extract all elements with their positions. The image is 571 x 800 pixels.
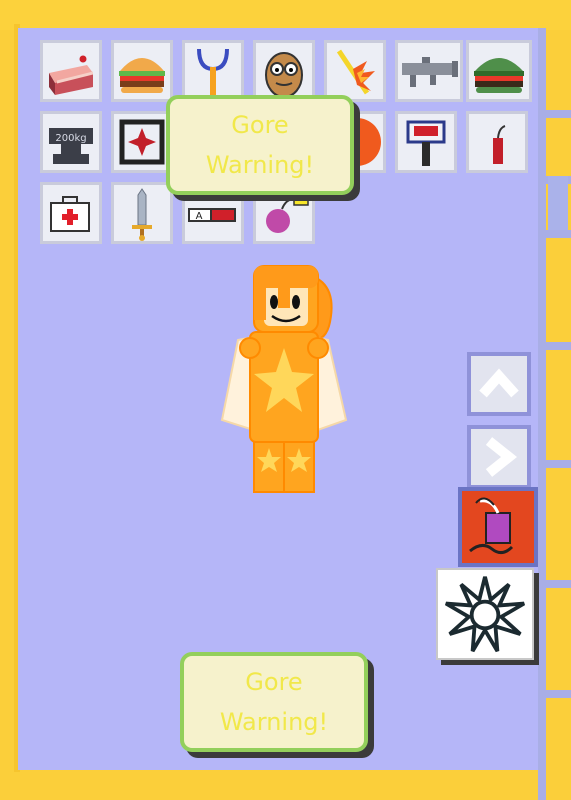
inventory-slot-fire-stick[interactable] [324, 40, 386, 102]
burger-icon [119, 58, 165, 93]
scaffold-rail [538, 580, 571, 588]
scaffold-rail [538, 690, 571, 698]
anvil-label: 200kg [55, 133, 86, 144]
inventory-slot-burger[interactable] [111, 40, 173, 102]
scaffold-rail [538, 342, 571, 350]
explosive-tool-button[interactable] [458, 487, 538, 567]
inventory-slot-anvil[interactable]: 200kg [40, 111, 102, 173]
inventory-slot-rocket-launcher[interactable] [395, 40, 463, 102]
scroll-next-icon [485, 437, 518, 477]
spike-trap-icon [119, 119, 165, 165]
sword-icon [132, 188, 152, 241]
gore-warning-line1: Gore [245, 668, 303, 696]
inventory-slot-slingshot[interactable] [182, 40, 244, 102]
slingshot-icon [197, 48, 229, 97]
explosion-tool-button[interactable] [436, 568, 534, 660]
scroll-up-icon [479, 368, 519, 398]
player-character[interactable] [218, 262, 348, 497]
gore-warning-line2: Warning! [205, 151, 315, 179]
inventory-slot-sword[interactable] [111, 182, 173, 244]
green-burger-icon [474, 58, 524, 93]
scaffold-rail [538, 110, 571, 118]
inventory-slot-spike-trap[interactable] [111, 111, 173, 173]
explosion-burst-icon [444, 576, 526, 653]
scaffold-rail [538, 230, 571, 238]
scaffold-rail [548, 176, 568, 230]
scaffold-rail [538, 460, 571, 468]
fire-stick-icon [336, 49, 375, 95]
rocket-launcher-icon [402, 57, 458, 87]
frame-top [0, 0, 571, 30]
gore-warning-line2: Warning! [219, 708, 329, 736]
dynamite-icon [493, 125, 506, 164]
gore-warning-bottom[interactable]: Gore Warning! [180, 652, 368, 752]
gore-warning-top[interactable]: Gore Warning! [166, 95, 354, 195]
scaffold-rail [538, 28, 546, 800]
anvil-200kg-icon: 200kg [49, 128, 93, 164]
inventory-slot-green-burger[interactable] [466, 40, 532, 102]
cake-icon [49, 55, 93, 95]
scroll-up-button[interactable] [467, 352, 531, 416]
gore-warning-line1: Gore [231, 111, 289, 139]
inventory-slot-medkit[interactable] [40, 182, 102, 244]
inventory-slot-potato[interactable] [253, 40, 315, 102]
syringe-label: A [196, 211, 203, 222]
tnt-hammer-icon [406, 120, 446, 166]
inventory-slot-dynamite[interactable] [466, 111, 528, 173]
scroll-next-button[interactable] [467, 425, 531, 489]
inventory-slot-tnt-hammer[interactable] [395, 111, 457, 173]
potato-creature-icon [265, 52, 303, 98]
explosive-tool-icon [469, 497, 514, 554]
inventory-slot-cake[interactable] [40, 40, 102, 102]
medkit-icon [50, 196, 90, 232]
